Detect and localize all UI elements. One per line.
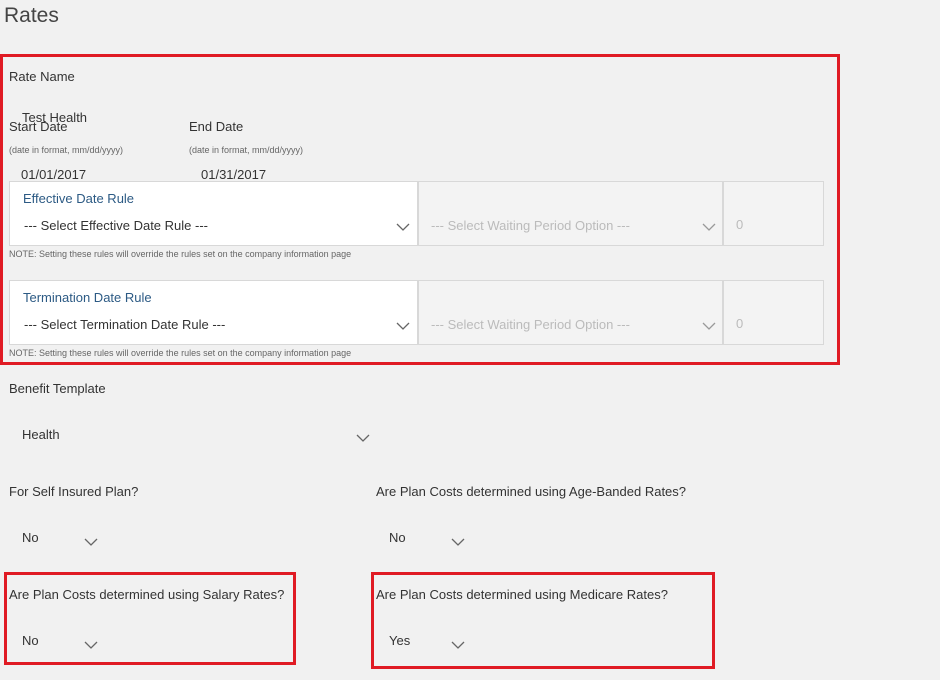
effective-number-panel: 0 (723, 181, 824, 246)
start-date-input[interactable]: 01/01/2017 (21, 167, 86, 182)
termination-rule-note: NOTE: Setting these rules will override … (9, 348, 352, 358)
age-banded-select[interactable]: No (389, 530, 406, 545)
effective-date-rule-select[interactable]: --- Select Effective Date Rule --- (24, 218, 208, 233)
effective-waiting-period-select[interactable]: --- Select Waiting Period Option --- (431, 218, 630, 233)
page-title: Rates (4, 4, 59, 27)
effective-waiting-period-panel: --- Select Waiting Period Option --- (418, 181, 723, 246)
benefit-template-label: Benefit Template (9, 381, 106, 396)
medicare-rates-select[interactable]: Yes (389, 633, 410, 648)
chevron-down-icon[interactable] (84, 538, 98, 547)
salary-rates-label: Are Plan Costs determined using Salary R… (9, 587, 285, 602)
chevron-down-icon[interactable] (702, 322, 716, 331)
termination-date-rule-panel: Termination Date Rule --- Select Termina… (9, 280, 418, 345)
self-insured-select[interactable]: No (22, 530, 39, 545)
effective-date-rule-panel: Effective Date Rule --- Select Effective… (9, 181, 418, 246)
self-insured-label: For Self Insured Plan? (9, 484, 139, 499)
effective-rule-note: NOTE: Setting these rules will override … (9, 249, 352, 259)
chevron-down-icon[interactable] (396, 322, 410, 331)
benefit-template-select[interactable]: Health (22, 427, 60, 442)
effective-date-rule-title: Effective Date Rule (23, 191, 135, 206)
termination-number-input[interactable]: 0 (736, 316, 743, 331)
end-date-label: End Date (189, 119, 244, 134)
age-banded-label: Are Plan Costs determined using Age-Band… (376, 484, 687, 499)
chevron-down-icon[interactable] (702, 223, 716, 232)
chevron-down-icon[interactable] (451, 538, 465, 547)
start-date-label: Start Date (9, 119, 68, 134)
termination-waiting-period-panel: --- Select Waiting Period Option --- (418, 280, 723, 345)
chevron-down-icon[interactable] (451, 641, 465, 650)
salary-rates-select[interactable]: No (22, 633, 39, 648)
termination-number-panel: 0 (723, 280, 824, 345)
rate-name-label: Rate Name (9, 69, 75, 84)
end-date-input[interactable]: 01/31/2017 (201, 167, 266, 182)
chevron-down-icon[interactable] (356, 434, 370, 443)
medicare-rates-label: Are Plan Costs determined using Medicare… (376, 587, 668, 602)
termination-waiting-period-select[interactable]: --- Select Waiting Period Option --- (431, 317, 630, 332)
highlight-box-salary-rates (4, 572, 296, 665)
effective-number-input[interactable]: 0 (736, 217, 743, 232)
chevron-down-icon[interactable] (396, 223, 410, 232)
termination-date-rule-title: Termination Date Rule (23, 290, 152, 305)
chevron-down-icon[interactable] (84, 641, 98, 650)
termination-date-rule-select[interactable]: --- Select Termination Date Rule --- (24, 317, 225, 332)
start-date-hint: (date in format, mm/dd/yyyy) (9, 145, 124, 155)
end-date-hint: (date in format, mm/dd/yyyy) (189, 145, 304, 155)
